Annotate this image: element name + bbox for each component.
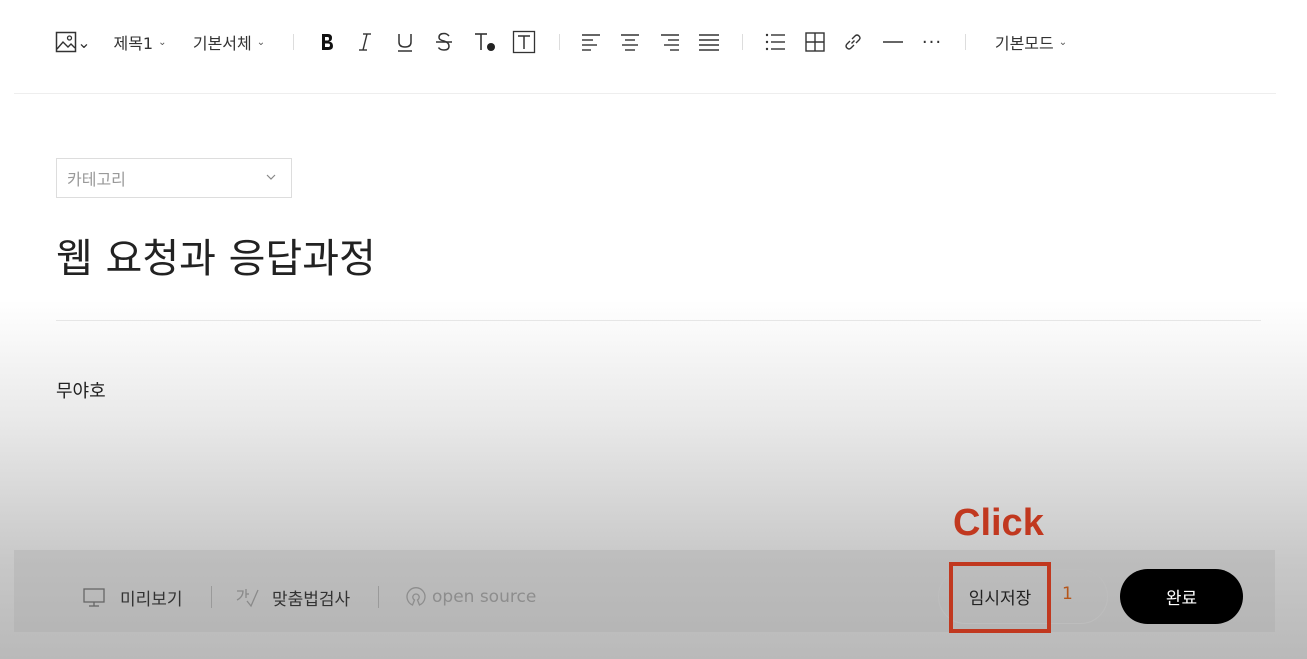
click-annotation: Click: [953, 502, 1044, 544]
mode-dropdown-label: 기본모드: [994, 34, 1054, 53]
strikethrough-icon: [436, 32, 452, 51]
chevron-down-icon: ⌄: [1058, 36, 1068, 48]
chevron-down-icon: ⌄: [256, 36, 266, 48]
insert-table-button[interactable]: [802, 28, 828, 56]
insert-link-button[interactable]: [840, 28, 866, 56]
title-divider: [56, 320, 1261, 321]
bulleted-list-icon: [765, 33, 785, 51]
monitor-icon: [83, 588, 105, 607]
bold-button[interactable]: [314, 28, 340, 56]
preview-button[interactable]: 미리보기: [82, 584, 183, 610]
italic-icon: [359, 33, 371, 51]
chevron-down-icon: ⌄: [77, 32, 91, 52]
more-button[interactable]: ···: [918, 28, 946, 56]
link-icon: [845, 34, 861, 50]
open-source-label: open source: [432, 587, 537, 607]
table-icon: [805, 32, 825, 52]
underline-icon: [398, 34, 412, 52]
align-center-button[interactable]: [617, 28, 643, 56]
underline-button[interactable]: [392, 28, 418, 56]
open-source-link[interactable]: open source: [405, 584, 536, 610]
horizontal-rule-icon: [883, 41, 903, 43]
text-background-icon: [512, 30, 536, 54]
align-center-icon: [621, 34, 639, 51]
align-right-button[interactable]: [657, 28, 683, 56]
post-body[interactable]: 무야호: [56, 377, 106, 403]
heading-dropdown[interactable]: 제목1 ⌄: [110, 28, 170, 56]
toolbar-divider: [742, 34, 743, 50]
publish-button[interactable]: 완료: [1120, 569, 1243, 624]
toolbar-divider: [293, 34, 294, 50]
align-justify-icon: [699, 34, 719, 51]
strikethrough-button[interactable]: [431, 28, 457, 56]
horizontal-rule-button[interactable]: [880, 28, 906, 56]
chevron-down-icon: [266, 174, 276, 180]
align-left-button[interactable]: [578, 28, 604, 56]
font-dropdown[interactable]: 기본서체 ⌄: [188, 28, 270, 56]
spellcheck-icon: [236, 589, 259, 608]
image-icon: [56, 31, 77, 53]
bottom-divider: [211, 586, 212, 608]
open-source-icon: [406, 587, 426, 606]
category-select[interactable]: 카테고리: [56, 158, 292, 198]
spellcheck-label: 맞춤법검사: [272, 589, 351, 610]
publish-label: 완료: [1165, 589, 1198, 609]
text-background-button[interactable]: [511, 28, 537, 56]
toolbar-divider: [559, 34, 560, 50]
align-left-icon: [582, 34, 600, 51]
text-color-icon: [475, 33, 495, 51]
bulleted-list-button[interactable]: [762, 28, 788, 56]
preview-label: 미리보기: [120, 589, 183, 610]
chevron-down-icon: ⌄: [158, 36, 167, 48]
category-placeholder: 카테고리: [67, 170, 126, 189]
text-color-button[interactable]: [470, 28, 500, 56]
bottom-divider: [378, 586, 379, 608]
align-right-icon: [661, 34, 679, 51]
spellcheck-button[interactable]: 맞춤법검사: [234, 584, 350, 610]
mode-dropdown[interactable]: 기본모드 ⌄: [990, 28, 1072, 56]
align-justify-button[interactable]: [696, 28, 722, 56]
toolbar-divider: [965, 34, 966, 50]
font-dropdown-label: 기본서체: [192, 34, 252, 53]
editor-toolbar: ⌄ 제목1 ⌄ 기본서체 ⌄ ··· 기본모드 ⌄: [0, 0, 1307, 84]
more-icon: ···: [921, 31, 943, 53]
bold-icon: [322, 34, 333, 50]
toolbar-bottom-border: [14, 93, 1276, 94]
post-title[interactable]: 웹 요청과 응답과정: [56, 226, 376, 284]
click-highlight-box: [949, 562, 1051, 633]
temp-save-count[interactable]: 1: [1062, 584, 1073, 604]
italic-button[interactable]: [352, 28, 378, 56]
insert-image-button[interactable]: ⌄: [54, 28, 92, 56]
heading-dropdown-label: 제목1: [113, 34, 154, 53]
